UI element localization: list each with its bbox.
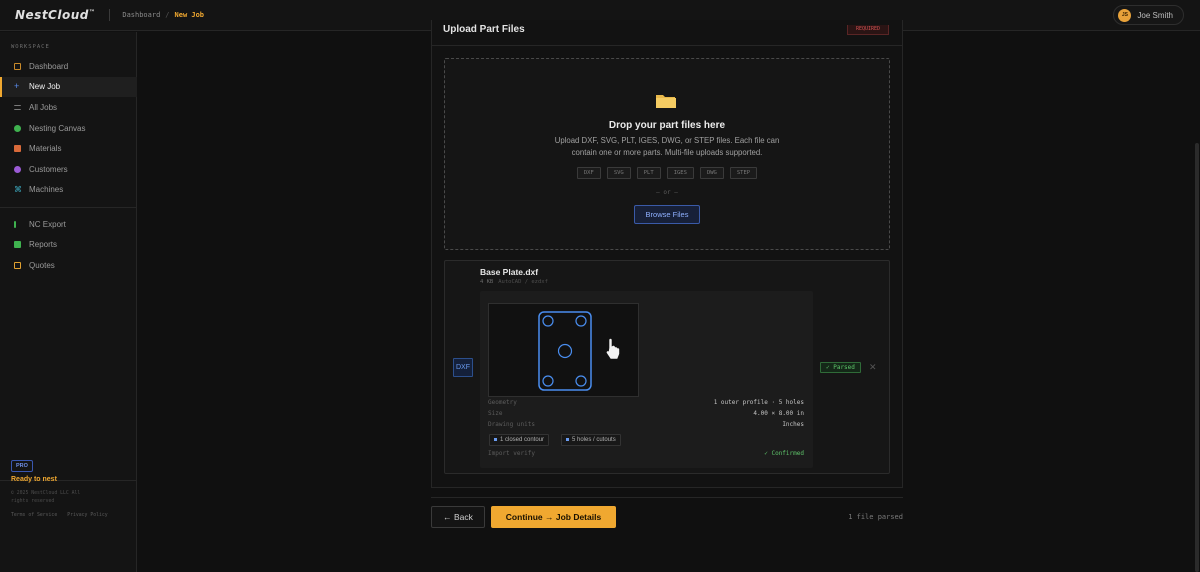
canvas-icon [14,124,21,132]
format-chip: SVG [606,167,631,179]
folder-icon [655,93,677,112]
sidebar-item-new-job[interactable]: + New Job [0,76,137,98]
back-button[interactable]: ← Back [431,506,485,528]
privacy-link[interactable]: Privacy Policy [67,513,107,518]
breadcrumb: Dashboard / New Job [122,11,205,19]
list-icon [14,104,21,110]
file-source: AutoCAD / ezdxf [498,279,548,285]
app-logo[interactable]: NestCloud™ [15,8,95,22]
sidebar-item-machines[interactable]: ⌘ Machines [0,180,137,201]
holes-tag: 5 holes / cutouts [561,434,621,446]
continue-button[interactable]: Continue → Job Details [491,506,616,528]
divider [431,497,903,498]
sidebar-item-quotes[interactable]: Quotes [0,255,137,276]
detail-row-geometry: Geometry 1 outer profile · 5 holes [488,399,804,406]
sidebar-item-materials[interactable]: Materials [0,138,137,159]
files-parsed-status: 1 file parsed [848,513,903,521]
breadcrumb-current: New Job [174,11,205,19]
customers-icon [14,165,21,173]
detail-row-size: Size 4.00 × 8.00 in [488,410,804,417]
sidebar-nav-secondary: NC Export Reports Quotes [0,214,137,276]
parsed-status-badge: ✓ Parsed [820,362,861,373]
sidebar-item-reports[interactable]: Reports [0,235,137,256]
sidebar-item-nc-export[interactable]: NC Export [0,214,137,235]
format-chips: DXF SVG PLT IGES DWG STEP [444,167,890,179]
format-chip: DXF [576,167,601,179]
part-outline-icon [538,311,620,391]
divider [432,45,902,46]
file-type-badge: DXF [453,358,473,377]
user-menu[interactable]: JS Joe Smith [1113,5,1184,25]
sidebar-item-nesting-canvas[interactable]: Nesting Canvas [0,118,137,139]
close-icon[interactable]: ✕ [869,362,877,373]
detail-row-units: Drawing units Inches [488,421,804,428]
sidebar-nav: Dashboard + New Job All Jobs Nesting Canv… [0,56,137,200]
format-chip: STEP [729,167,758,179]
contour-tag: 1 closed contour [489,434,550,446]
format-chip: PLT [636,167,661,179]
quotes-icon [14,261,21,269]
plan-badge: PRO [11,460,33,472]
drop-description: Upload DXF, SVG, PLT, IGES, DWG, or STEP… [554,136,780,157]
sidebar-item-customers[interactable]: Customers [0,159,137,180]
breadcrumb-dashboard[interactable]: Dashboard [122,11,160,19]
copyright: © 2025 NestCloud LLC All rights reserved [11,491,81,504]
export-icon [14,220,16,228]
terms-link[interactable]: Terms of Service [11,513,57,518]
required-badge: REQUIRED [847,25,889,35]
section-title: Upload Part Files [443,24,525,35]
user-name: Joe Smith [1137,10,1173,20]
sidebar-divider [0,207,137,208]
sidebar-section-label: WORKSPACE [11,44,50,50]
file-size: 4 KB [480,279,494,285]
materials-icon [14,145,21,153]
drop-title: Drop your part files here [608,120,726,131]
divider [109,9,111,21]
reports-icon [14,241,21,249]
or-separator: — or — [656,189,678,196]
browse-files-button[interactable]: Browse Files [634,205,700,224]
grid-icon [14,62,21,70]
format-chip: DWG [699,167,724,179]
file-name: Base Plate.dxf [480,267,539,277]
scrollbar[interactable] [1195,143,1199,572]
sidebar-item-all-jobs[interactable]: All Jobs [0,97,137,118]
format-chip: IGES [666,167,694,179]
avatar: JS [1118,8,1132,22]
legal-links: Terms of Service Privacy Policy [11,513,118,518]
sidebar-item-dashboard[interactable]: Dashboard [0,56,137,77]
machine-icon: ⌘ [14,185,22,195]
plan-status: Ready to nest [11,476,57,483]
file-meta: 4 KB AutoCAD / ezdxf [480,279,548,285]
detail-row-verify: Import verify ✓ Confirmed [488,450,804,457]
part-preview[interactable] [488,303,639,397]
plus-icon: + [14,81,20,92]
